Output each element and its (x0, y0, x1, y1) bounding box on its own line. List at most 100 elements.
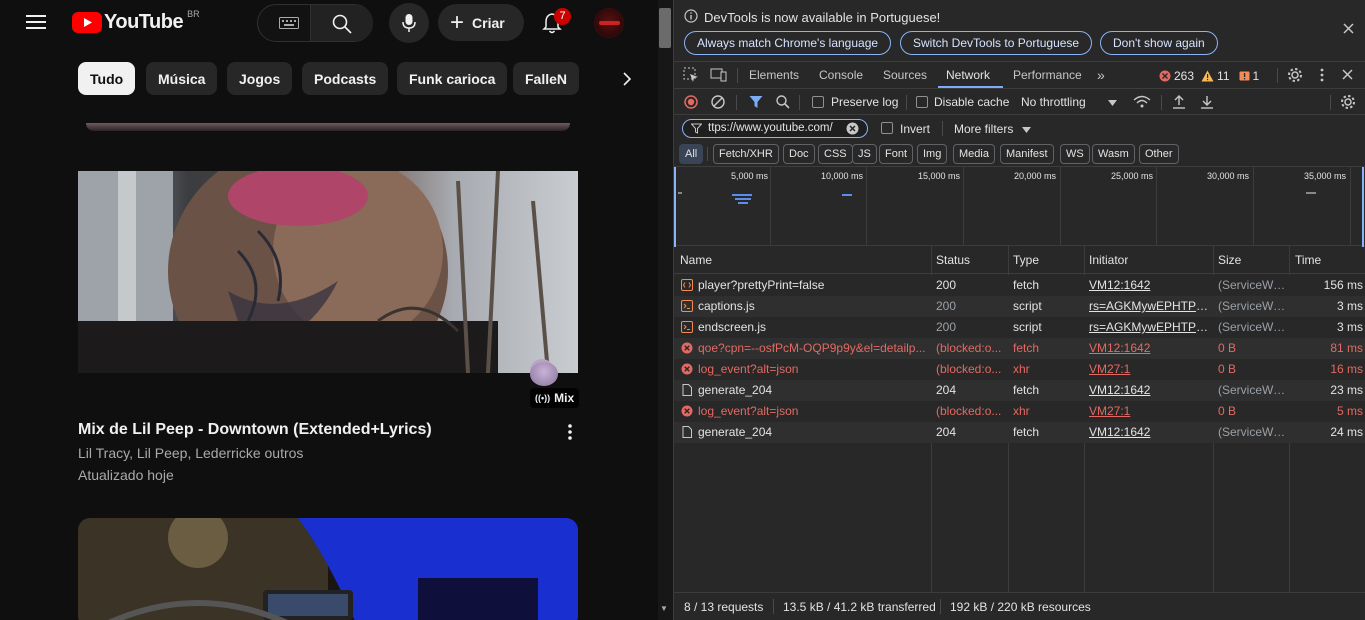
request-initiator[interactable]: VM27:1 (1089, 401, 1211, 422)
table-row[interactable]: captions.js 200 script rs=AGKMywEPHTPbTmy (S… (674, 296, 1365, 317)
chip-fallen[interactable]: FalleN (513, 62, 580, 95)
filter-funnel-icon (691, 123, 702, 134)
filter-icon[interactable] (749, 95, 763, 109)
type-filter-fetch-xhr[interactable]: Fetch/XHR (713, 144, 779, 164)
request-initiator[interactable]: VM12:1642 (1089, 338, 1211, 359)
request-initiator[interactable]: rs=AGKMywEPHTPbTmy (1089, 296, 1211, 317)
more-options-icon[interactable] (560, 421, 580, 443)
chip-podcasts[interactable]: Podcasts (302, 62, 389, 95)
video-title[interactable]: Mix de Lil Peep - Downtown (Extended+Lyr… (78, 421, 432, 439)
record-stop-icon[interactable] (684, 95, 698, 109)
avatar[interactable] (594, 8, 624, 38)
chip-jogos[interactable]: Jogos (227, 62, 293, 95)
page-scrollbar[interactable]: ▼ (658, 0, 673, 620)
tab-network[interactable]: Network (946, 62, 990, 88)
tab-console[interactable]: Console (819, 62, 863, 88)
type-filter-manifest[interactable]: Manifest (1000, 144, 1054, 164)
video-thumbnail[interactable]: ((•)) Mix (78, 171, 578, 373)
voice-search-button[interactable] (389, 3, 429, 43)
tab-sources[interactable]: Sources (883, 62, 927, 88)
table-row[interactable]: generate_204 204 fetch VM12:1642 (ServiceWo.… (674, 380, 1365, 401)
create-button[interactable]: + Criar (438, 4, 524, 41)
chip-musica[interactable]: Música (146, 62, 218, 95)
match-language-button[interactable]: Always match Chrome's language (684, 31, 892, 55)
settings-gear-icon[interactable] (1287, 67, 1303, 83)
more-tabs-icon[interactable]: » (1097, 62, 1105, 88)
chip-funk-carioca[interactable]: Funk carioca (397, 62, 508, 95)
network-settings-gear-icon[interactable] (1340, 94, 1356, 110)
request-initiator[interactable]: VM27:1 (1089, 359, 1211, 380)
column-size[interactable]: Size (1218, 250, 1241, 271)
language-infobar: DevTools is now available in Portuguese!… (674, 0, 1365, 62)
type-filter-other[interactable]: Other (1139, 144, 1179, 164)
import-har-icon[interactable] (1172, 95, 1186, 109)
request-type: xhr (1013, 362, 1030, 376)
column-status[interactable]: Status (936, 250, 970, 271)
chevron-right-icon[interactable] (612, 66, 642, 92)
request-initiator[interactable]: VM12:1642 (1089, 380, 1211, 401)
column-time[interactable]: Time (1295, 250, 1321, 271)
type-filter-all[interactable]: All (679, 144, 704, 164)
table-row[interactable]: player?prettyPrint=false 200 fetch VM12:164… (674, 275, 1365, 296)
inspect-element-icon[interactable] (683, 67, 699, 83)
request-initiator[interactable]: VM12:1642 (1089, 275, 1211, 296)
type-filter-media[interactable]: Media (953, 144, 995, 164)
clear-icon[interactable] (711, 95, 725, 109)
type-filter-css[interactable]: CSS (818, 144, 853, 164)
youtube-logo[interactable]: YouTube BR (72, 9, 200, 34)
search-icon[interactable] (776, 95, 790, 109)
column-type[interactable]: Type (1013, 250, 1039, 271)
request-size: 0 B (1218, 362, 1237, 376)
notifications-button[interactable]: 7 (538, 8, 571, 36)
menu-icon[interactable] (22, 10, 50, 34)
close-devtools-icon[interactable] (1342, 69, 1353, 80)
table-row[interactable]: endscreen.js 200 script rs=AGKMywEPHTPbTmy (… (674, 317, 1365, 338)
video-channel[interactable]: Lil Tracy, Lil Peep, Lederricke outros (78, 445, 303, 461)
preserve-log-checkbox[interactable] (812, 96, 824, 108)
request-initiator[interactable]: VM12:1642 (1089, 422, 1211, 443)
search-box[interactable] (257, 4, 373, 42)
video-thumbnail-2[interactable] (78, 518, 578, 620)
clear-filter-icon[interactable] (846, 122, 859, 135)
error-counter[interactable]: 263 11 1 (1159, 69, 1259, 83)
chip-tudo[interactable]: Tudo (78, 62, 136, 95)
column-name[interactable]: Name (680, 250, 712, 271)
type-filter-font[interactable]: Font (879, 144, 914, 164)
table-row[interactable]: log_event?alt=json (blocked:o... xhr VM27:1… (674, 359, 1365, 380)
table-row[interactable]: generate_204 204 fetch VM12:1642 (ServiceWo.… (674, 422, 1365, 443)
filter-input[interactable]: ttps://www.youtube.com/ (682, 119, 868, 138)
error-icon (681, 363, 693, 375)
column-initiator[interactable]: Initiator (1089, 250, 1128, 271)
table-row[interactable]: log_event?alt=json (blocked:o... xhr VM27:1… (674, 401, 1365, 422)
more-filters-dropdown[interactable]: More filters (954, 121, 1034, 137)
disable-cache-checkbox[interactable] (916, 96, 928, 108)
active-tab-indicator (938, 86, 1003, 88)
dont-show-again-button[interactable]: Don't show again (1100, 31, 1218, 55)
keyboard-icon[interactable] (278, 16, 300, 30)
request-time: 24 ms (1330, 425, 1363, 439)
type-filter-img[interactable]: Img (917, 144, 948, 164)
type-filter-js[interactable]: JS (852, 144, 877, 164)
network-conditions-icon[interactable] (1133, 95, 1151, 108)
table-row[interactable]: qoe?cpn=--osfPcM-OQP9p9y&el=detailp... (b… (674, 338, 1365, 359)
type-filter-doc[interactable]: Doc (783, 144, 815, 164)
device-toolbar-icon[interactable] (710, 68, 728, 82)
request-time: 3 ms (1336, 299, 1363, 313)
kebab-menu-icon[interactable] (1320, 68, 1324, 82)
request-status: 200 (936, 278, 957, 292)
invert-checkbox[interactable] (881, 122, 893, 134)
switch-language-button[interactable]: Switch DevTools to Portuguese (900, 31, 1093, 55)
request-status: (blocked:o... (936, 404, 1002, 418)
type-filter-wasm[interactable]: Wasm (1092, 144, 1135, 164)
scrollbar-thumb[interactable] (659, 8, 671, 48)
tab-performance[interactable]: Performance (1013, 62, 1082, 88)
request-initiator[interactable]: rs=AGKMywEPHTPbTmy (1089, 317, 1211, 338)
throttling-select[interactable]: No throttling (1021, 94, 1121, 111)
scroll-down-arrow[interactable]: ▼ (660, 604, 668, 613)
type-filter-ws[interactable]: WS (1060, 144, 1090, 164)
close-infobar-icon[interactable] (1340, 20, 1356, 36)
export-har-icon[interactable] (1200, 95, 1214, 109)
tab-elements[interactable]: Elements (749, 62, 799, 88)
throttling-value: No throttling (1021, 95, 1086, 109)
search-button[interactable] (310, 5, 373, 41)
